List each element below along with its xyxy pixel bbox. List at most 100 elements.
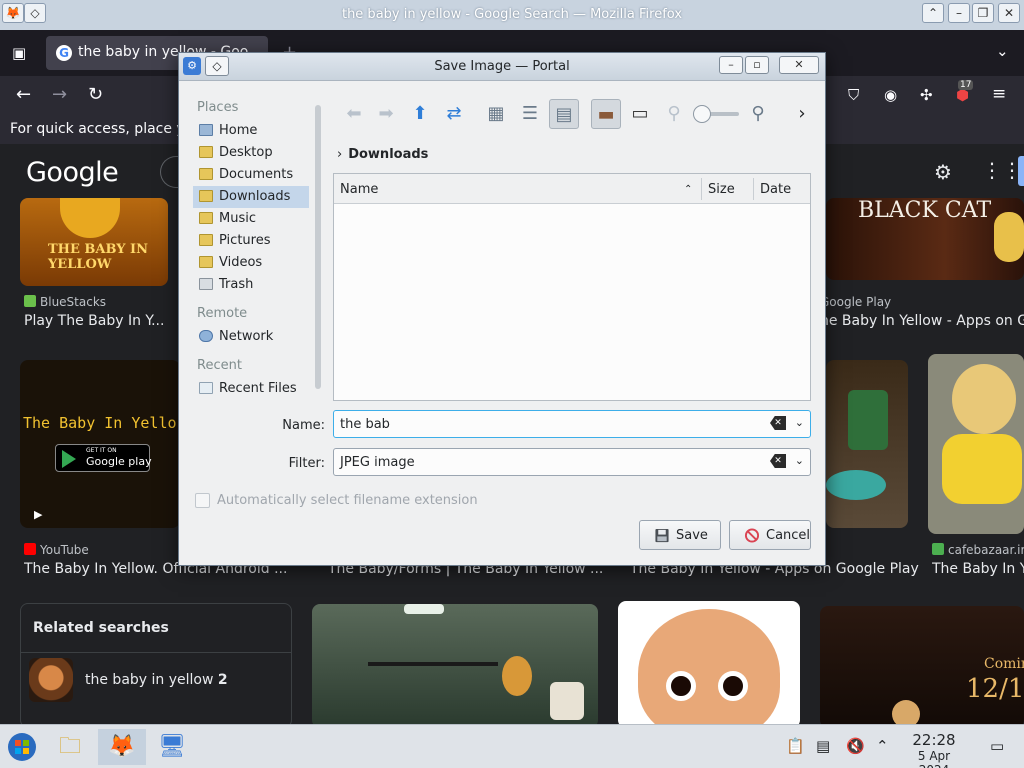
places-item-videos[interactable]: Videos [193,252,309,274]
places-item-home[interactable]: Home [193,120,309,142]
remote-header: Remote [197,306,248,321]
show-desktop-icon[interactable]: ▭ [990,737,1004,755]
bookmarks-hint: For quick access, place yo [10,121,194,137]
list-tabs-icon[interactable]: ⌄ [996,42,1009,60]
places-item-recent-files[interactable]: Recent Files [193,378,309,400]
zoom-out-icon[interactable]: ⚲ [659,99,689,129]
baby-face [638,609,780,728]
preview-icon[interactable]: ▬ [591,99,621,129]
icon-view-icon[interactable]: ▦ [481,99,511,129]
divider [21,652,291,653]
folder-icon [199,256,213,268]
sidebar-toggle-icon[interactable]: ▭ [625,99,655,129]
account-icon[interactable]: ◉ [884,86,897,104]
zoom-in-icon[interactable]: ⚲ [743,99,773,129]
compact-view-icon[interactable]: ☰ [515,99,545,129]
filename-value: the bab [340,417,390,432]
places-item-documents[interactable]: Documents [193,164,309,186]
places-item-network[interactable]: Network [193,326,309,348]
cancel-button[interactable]: Cancel [729,520,811,550]
thumb-text: BLACK CAT [858,198,992,223]
places-item-desktop[interactable]: Desktop [193,142,309,164]
result-thumb-7[interactable] [312,604,598,728]
start-menu-icon[interactable] [2,729,42,765]
more-options-icon[interactable]: › [787,99,817,129]
dialog-close-button[interactable]: ✕ [779,56,819,74]
sign-in-button[interactable] [1018,156,1024,186]
forward-icon[interactable]: → [52,84,67,105]
settings-gear-icon[interactable]: ⚙ [934,160,952,184]
places-item-pictures[interactable]: Pictures [193,230,309,252]
tab-overview-icon[interactable]: ▣ [12,44,26,62]
baby-figure [994,212,1024,262]
reload-icon[interactable]: ↻ [88,84,103,105]
firefox-taskbar-icon[interactable]: 🦊 [98,729,146,765]
back-icon[interactable]: ← [16,84,31,105]
menu-icon[interactable]: ≡ [992,84,1006,104]
column-name[interactable]: Name [340,182,378,197]
reload-icon[interactable]: ⇄ [439,99,469,129]
clock-time: 22:28 [912,731,956,749]
clear-text-icon[interactable]: ✕ [770,454,786,468]
dialog-minimize-button[interactable]: – [719,56,743,74]
google-logo[interactable]: Google [26,157,119,188]
volume-muted-icon[interactable]: 🔇 [846,737,865,755]
firefox-titlebar: 🦊 ◇ the baby in yellow - Google Search —… [0,0,1024,30]
filename-input[interactable]: the bab ✕ ⌄ [333,410,811,438]
result-caption-6[interactable]: The Baby In Ye [932,561,1024,577]
related-item-thumb[interactable] [29,658,73,702]
result-caption-1[interactable]: Play The Baby In Y... [24,313,174,329]
file-manager-icon[interactable]: 🗀 [50,729,90,765]
places-item-downloads[interactable]: Downloads [193,186,309,208]
extensions-icon[interactable]: ✣ [920,86,933,104]
system-settings-icon[interactable]: 🖥 [152,729,192,765]
thumb-text: The Baby In Yello [23,414,177,432]
result-thumb-8[interactable] [618,601,800,728]
minimize-button[interactable]: – [948,3,970,23]
clear-text-icon[interactable]: ✕ [770,416,786,430]
result-thumb-2[interactable]: BLACK CAT [826,198,1024,280]
auto-extension-checkbox[interactable] [195,493,210,508]
zoom-slider-knob[interactable] [693,105,711,123]
column-size[interactable]: Size [708,182,735,197]
parent-folder-icon[interactable]: ⬆ [405,99,435,129]
clipboard-icon[interactable]: 📋 [786,737,805,755]
file-list[interactable]: Name ⌃ Size Date [333,173,811,401]
play-video-icon[interactable]: ▶ [34,508,42,521]
result-thumb-9[interactable]: Comin 12/1 [820,606,1024,728]
show-hidden-icons[interactable]: ⌃ [876,737,889,755]
clock[interactable]: 22:28 5 Apr 2024 [902,731,966,768]
breadcrumb[interactable]: › Downloads [337,147,428,162]
sort-ascending-icon[interactable]: ⌃ [684,184,692,195]
result-caption-2[interactable]: he Baby In Yellow - Apps on Go [820,313,1024,329]
result-thumb-6[interactable] [928,354,1024,534]
places-scrollbar[interactable] [315,105,321,389]
related-searches-title: Related searches [33,620,169,636]
related-item-link[interactable]: the baby in yellow 2 [85,672,228,688]
result-thumb-5[interactable] [826,360,908,528]
pocket-icon[interactable]: ⛉ [848,86,859,104]
back-arrow-icon[interactable]: ⬅ [339,99,369,129]
notes-icon[interactable]: ▤ [816,737,830,755]
filter-combobox[interactable]: JPEG image ✕ ⌄ [333,448,811,476]
cancel-icon [744,528,760,543]
dialog-maximize-button[interactable]: ▫ [745,56,769,74]
result-source-3: YouTube [24,543,89,557]
places-item-music[interactable]: Music [193,208,309,230]
save-button[interactable]: Save [639,520,721,550]
close-button[interactable]: ✕ [998,3,1020,23]
result-thumb-1[interactable]: THE BABY IN YELLOW [20,198,168,286]
apps-grid-icon[interactable]: ⋮⋮ [982,158,1022,182]
keep-above-button[interactable]: ⌃ [922,3,944,23]
detail-view-icon[interactable]: ▤ [549,99,579,129]
column-date[interactable]: Date [760,182,791,197]
maximize-button[interactable]: ❐ [972,3,994,23]
baby-body [942,434,1022,504]
chevron-down-icon[interactable]: ⌄ [795,454,804,467]
network-icon [199,330,213,342]
forward-arrow-icon[interactable]: ➡ [371,99,401,129]
chevron-down-icon[interactable]: ⌄ [795,416,804,429]
folder-icon [199,190,213,202]
result-thumb-3[interactable]: The Baby In Yello GET IT ON Google play … [20,360,180,528]
places-item-trash[interactable]: Trash [193,274,309,296]
